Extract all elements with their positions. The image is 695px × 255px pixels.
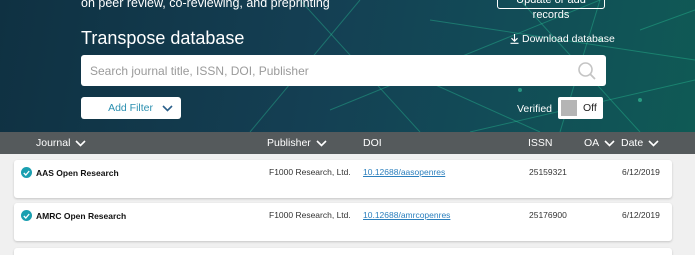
chevron-down-icon [75, 139, 87, 147]
chevron-down-icon [162, 104, 173, 112]
add-filter-button[interactable]: Add Filter [81, 97, 181, 119]
column-header-oa[interactable]: OA [584, 132, 615, 154]
toggle-state: Off [583, 102, 597, 114]
doi-link[interactable]: 10.12688/aasopenres [363, 167, 445, 177]
column-label: Date [621, 137, 644, 149]
verified-check-icon [21, 167, 32, 178]
verified-label: Verified [517, 103, 553, 115]
journal-cell: AMRC Open Research [21, 210, 126, 221]
journal-title: AMRC Open Research [36, 210, 127, 221]
column-header-date[interactable]: Date [621, 132, 659, 154]
column-header-doi[interactable]: DOI [363, 132, 382, 154]
date-cell: 6/12/2019 [622, 167, 660, 177]
search-bar [81, 55, 606, 86]
table-row[interactable]: AMRC Open Research F1000 Research, Ltd. … [14, 203, 672, 241]
column-header-issn[interactable]: ISSN [528, 132, 553, 154]
download-icon [510, 34, 519, 44]
column-header-publisher[interactable]: Publisher [267, 132, 327, 154]
column-label: Journal [36, 137, 71, 149]
issn-cell: 25176900 [529, 210, 567, 220]
issn-cell: 25159321 [529, 167, 567, 177]
add-filter-label: Add Filter [108, 102, 153, 114]
download-label: Download database [522, 33, 615, 45]
toggle-knob [561, 100, 577, 116]
chevron-down-icon [604, 139, 615, 147]
table-row[interactable] [14, 248, 672, 255]
verified-check-icon [21, 210, 32, 221]
search-icon[interactable] [576, 60, 598, 82]
date-cell: 6/12/2019 [622, 210, 660, 220]
update-records-button[interactable]: Update or add records [497, 0, 605, 21]
verified-toggle[interactable]: Off [558, 97, 603, 119]
column-header-journal[interactable]: Journal [36, 132, 87, 154]
column-label: OA [584, 137, 600, 149]
journal-cell: AAS Open Research [21, 167, 119, 178]
hero-banner: on peer review, co-reviewing, and prepri… [0, 0, 695, 132]
hero-tagline: on peer review, co-reviewing, and prepri… [81, 0, 330, 10]
table-header: Journal Publisher DOI ISSN OA Date [0, 132, 695, 154]
search-input[interactable] [81, 55, 576, 86]
journal-title: AAS Open Research [36, 167, 119, 178]
page-title: Transpose database [81, 28, 245, 48]
chevron-down-icon [316, 139, 327, 147]
table-row[interactable]: AAS Open Research F1000 Research, Ltd. 1… [14, 160, 672, 198]
download-database-link[interactable]: Download database [510, 33, 615, 45]
doi-link[interactable]: 10.12688/amrcopenres [363, 210, 450, 220]
column-label: ISSN [528, 137, 553, 149]
publisher-cell: F1000 Research, Ltd. [269, 210, 351, 220]
chevron-down-icon [648, 139, 659, 147]
publisher-cell: F1000 Research, Ltd. [269, 167, 351, 177]
column-label: DOI [363, 137, 382, 149]
column-label: Publisher [267, 137, 311, 149]
